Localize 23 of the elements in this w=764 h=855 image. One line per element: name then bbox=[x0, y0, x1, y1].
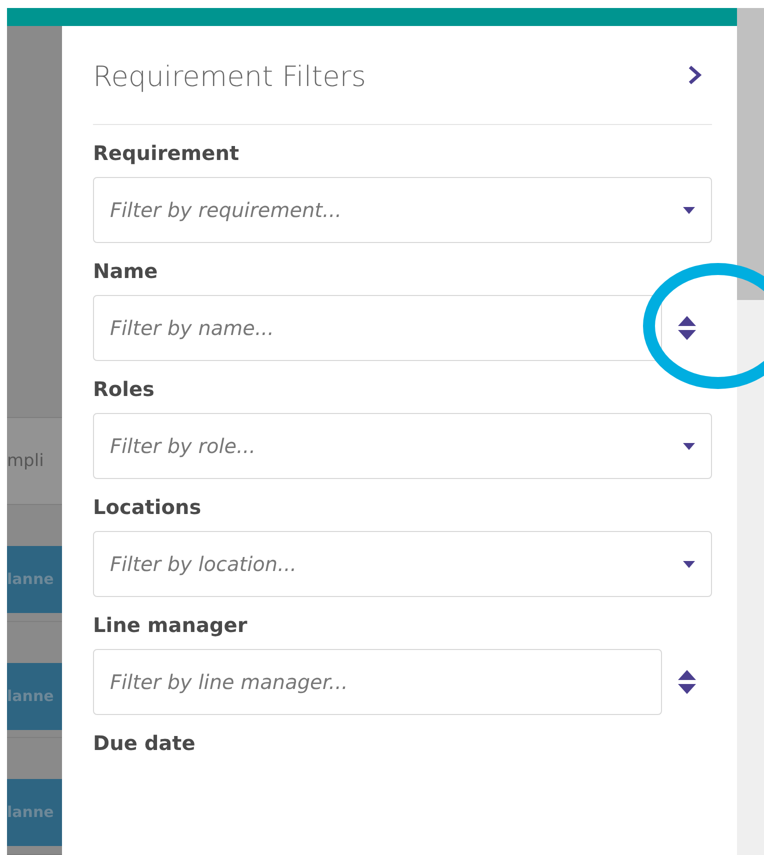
caret-icon bbox=[683, 206, 695, 214]
panel-title: Requirement Filters bbox=[93, 58, 366, 92]
table-cell: mpli bbox=[7, 451, 44, 472]
field-label: Roles bbox=[93, 377, 156, 401]
scrollbar[interactable] bbox=[737, 8, 764, 855]
caret-icon bbox=[683, 442, 695, 450]
field-label: Due date bbox=[93, 731, 196, 755]
field-label: Locations bbox=[93, 495, 202, 519]
dropdown-field[interactable]: Filter by location... bbox=[93, 531, 712, 597]
caret-icon bbox=[683, 560, 695, 568]
sort-icon[interactable] bbox=[677, 668, 697, 696]
input-field[interactable]: Filter by line manager... bbox=[93, 649, 662, 715]
dropdown-field[interactable]: Filter by role... bbox=[93, 413, 712, 479]
field-label: Line manager bbox=[93, 613, 248, 637]
status-label: lanne bbox=[7, 546, 62, 614]
chevron-right-icon[interactable] bbox=[688, 65, 702, 85]
field-label: Requirement bbox=[93, 141, 240, 165]
status-label: lanne bbox=[7, 779, 62, 846]
status-label: lanne bbox=[7, 662, 62, 730]
input-field[interactable]: Filter by name... bbox=[93, 295, 662, 361]
field-label: Name bbox=[93, 259, 159, 283]
dropdown-field[interactable]: Filter by requirement... bbox=[93, 177, 712, 243]
sort-icon[interactable] bbox=[677, 314, 697, 342]
